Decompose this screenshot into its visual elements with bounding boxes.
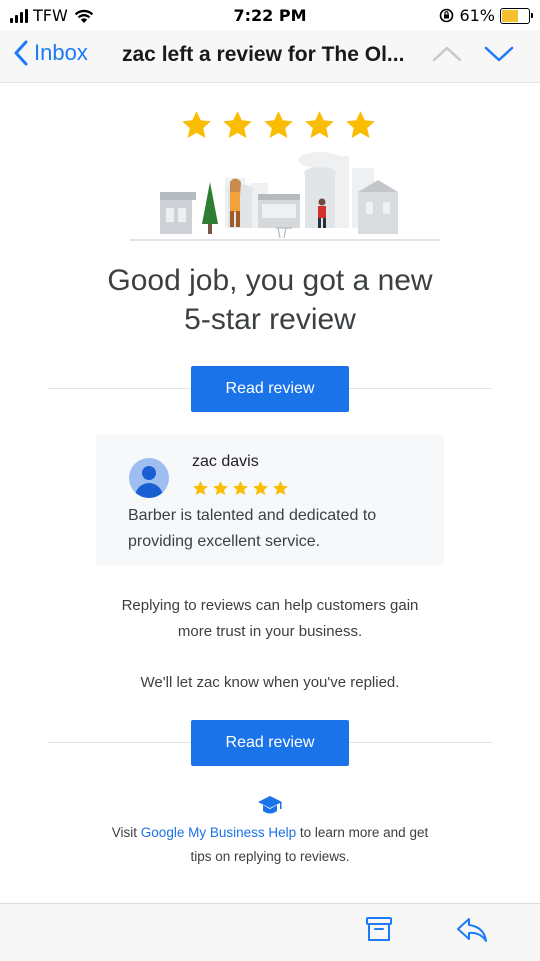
help-suffix: to learn more and get <box>296 825 429 840</box>
chevron-up-icon <box>432 46 462 62</box>
star-icon <box>193 481 208 495</box>
avatar <box>129 458 169 498</box>
battery-percentage: 61% <box>459 6 495 25</box>
mail-navigation-bar: Inbox zac left a review for The Ol... <box>0 30 540 83</box>
read-review-button[interactable]: Read review <box>191 366 349 412</box>
reply-tip-line-2: more trust in your business. <box>177 623 363 640</box>
graduation-cap-icon <box>258 796 282 814</box>
notify-text: We'll let zac know when you've replied. <box>140 674 400 691</box>
five-star-rating <box>180 109 377 142</box>
previous-message-button[interactable] <box>432 44 462 69</box>
storefront-illustration <box>130 152 440 241</box>
chevron-down-icon <box>484 46 514 62</box>
read-review-button-bottom[interactable]: Read review <box>191 720 349 766</box>
help-text: Visit Google My Business Help to learn m… <box>90 821 450 869</box>
review-text: Barber is talented and dedicated to prov… <box>128 503 418 555</box>
star-icon <box>233 481 248 495</box>
email-subject: zac left a review for The Ol... <box>122 43 405 66</box>
review-text-line-1: Barber is talented and dedicated to <box>128 507 377 524</box>
status-bar-right: 61% <box>439 6 533 25</box>
headline: Good job, you got a new 5-star review <box>60 261 480 339</box>
star-icon <box>273 481 288 495</box>
review-text-line-2: providing excellent service. <box>128 533 321 550</box>
star-icon <box>213 481 228 495</box>
orientation-lock-icon <box>440 8 454 23</box>
reply-button[interactable] <box>456 916 488 949</box>
star-icon <box>264 111 293 139</box>
help-line-1: Visit Google My Business Help to learn m… <box>90 821 450 845</box>
review-star-rating <box>192 480 289 497</box>
star-icon <box>346 111 375 139</box>
headline-line-1: Good job, you got a new <box>107 264 433 297</box>
google-my-business-help-link[interactable]: Google My Business Help <box>141 825 296 840</box>
help-line-2: tips on replying to reviews. <box>190 849 350 864</box>
archive-button[interactable] <box>364 914 394 949</box>
email-body: Good job, you got a new 5-star review Re… <box>0 83 540 903</box>
star-icon <box>305 111 334 139</box>
bottom-toolbar <box>0 903 540 961</box>
chevron-left-icon <box>14 40 28 66</box>
headline-line-2: 5-star review <box>184 303 356 336</box>
review-card: zac davis Barber is talented and dedicat… <box>96 435 444 565</box>
star-icon <box>253 481 268 495</box>
reply-tip: Replying to reviews can help customers g… <box>60 593 480 645</box>
star-icon <box>182 111 211 139</box>
star-icon <box>223 111 252 139</box>
back-label: Inbox <box>34 40 88 65</box>
reply-tip-line-1: Replying to reviews can help customers g… <box>121 597 419 614</box>
status-bar: TFW 7:22 PM 61% <box>0 0 540 30</box>
battery-icon <box>500 7 533 24</box>
help-prefix: Visit <box>111 825 141 840</box>
archive-icon <box>366 917 392 941</box>
next-message-button[interactable] <box>484 44 514 69</box>
back-to-inbox-button[interactable]: Inbox <box>14 40 88 66</box>
reply-icon <box>457 918 487 942</box>
reviewer-name: zac davis <box>192 453 259 470</box>
